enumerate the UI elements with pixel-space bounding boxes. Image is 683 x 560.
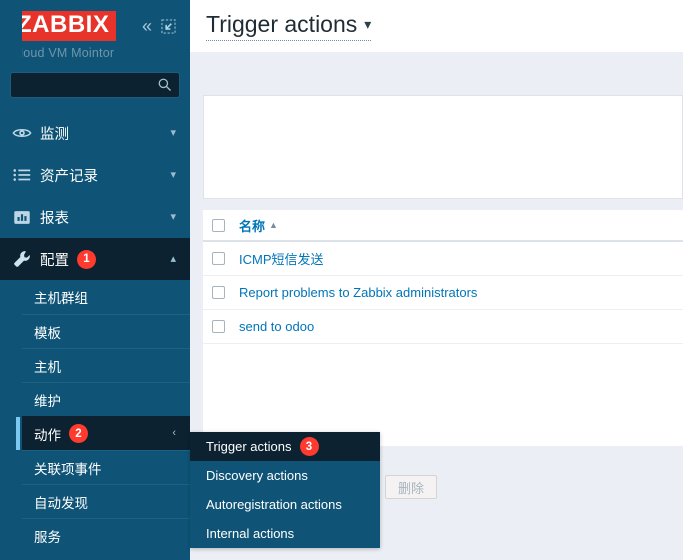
chevron-down-icon: ▾ [170, 126, 176, 139]
sidebar-item-host-groups[interactable]: 主机群组 [22, 280, 190, 314]
table-row[interactable]: Report problems to Zabbix administrators [203, 276, 683, 310]
sidebar-item-actions[interactable]: 动作 2 ‹ [16, 416, 190, 450]
sidebar-item-label: 报表 [40, 210, 69, 227]
chevron-left-icon: ‹ [172, 427, 176, 439]
bar-chart-icon [12, 207, 40, 227]
sub-item-label: 主机 [34, 359, 61, 375]
list-icon [12, 165, 40, 185]
status-badge: 3 [299, 437, 319, 456]
filter-spacer-top [190, 52, 683, 95]
sub-item-label: 服务 [34, 529, 61, 545]
search-box[interactable] [10, 72, 190, 98]
flyout-item-label: Autoregistration actions [206, 497, 342, 512]
flyout-item-label: Trigger actions [206, 439, 292, 454]
sidebar-nav: 监测 ▾ 资产记录 ▾ 报表 ▾ 配置 1 ▴ 主机群组 模板 主机 维护 动作… [0, 112, 190, 552]
sidebar-item-maintenance[interactable]: 维护 [22, 382, 190, 416]
flyout-item-trigger-actions[interactable]: Trigger actions 3 [190, 432, 380, 461]
sidebar-item-label: 配置 [40, 252, 69, 269]
configuration-submenu: 主机群组 模板 主机 维护 动作 2 ‹ 关联项事件 自动发现 服务 [0, 280, 190, 552]
action-name-link[interactable]: ICMP短信发送 [239, 249, 324, 268]
app-root: ZABBIX « Cloud VM Mointor 监测 ▾ 资产记录 ▾ 报表… [0, 0, 683, 560]
sidebar-item-correlation[interactable]: 关联项事件 [22, 450, 190, 484]
sidebar-item-inventory[interactable]: 资产记录 ▾ [0, 154, 190, 196]
filter-spacer-bottom [190, 199, 683, 210]
sidebar-header-icons: « [142, 17, 180, 35]
actions-table: 名称 ▲ ICMP短信发送 Report problems to Zabbix … [203, 210, 683, 344]
sub-item-label: 关联项事件 [34, 461, 102, 477]
sidebar-item-label: 监测 [40, 126, 69, 143]
wrench-icon [12, 249, 40, 269]
flyout-item-discovery-actions[interactable]: Discovery actions [190, 461, 380, 490]
chevron-down-icon[interactable]: ▾ [364, 16, 371, 33]
action-name-link[interactable]: send to odoo [239, 319, 314, 334]
row-checkbox[interactable] [212, 252, 225, 265]
sidebar-logo-row: ZABBIX « [0, 0, 190, 41]
flyout-item-autoregistration-actions[interactable]: Autoregistration actions [190, 490, 380, 519]
table-row[interactable]: ICMP短信发送 [203, 242, 683, 276]
table-empty-area [203, 344, 683, 446]
flyout-item-internal-actions[interactable]: Internal actions [190, 519, 380, 548]
filter-panel[interactable] [203, 95, 683, 199]
search-icon [157, 77, 172, 97]
column-header-label: 名称 [239, 218, 266, 234]
chevron-down-icon: ▾ [170, 168, 176, 181]
sort-ascending-icon: ▲ [269, 220, 278, 230]
sub-item-label: 主机群组 [34, 291, 88, 306]
column-header-name[interactable]: 名称 ▲ [239, 216, 278, 235]
sidebar-item-monitoring[interactable]: 监测 ▾ [0, 112, 190, 154]
delete-button[interactable]: 删除 [385, 475, 437, 499]
sidebar-subtitle: Cloud VM Mointor [11, 46, 115, 60]
sidebar: ZABBIX « Cloud VM Mointor 监测 ▾ 资产记录 ▾ 报表… [0, 0, 190, 560]
action-name-link[interactable]: Report problems to Zabbix administrators [239, 285, 477, 300]
page-title[interactable]: Trigger actions ▾ [206, 11, 372, 41]
sidebar-item-label: 资产记录 [40, 168, 98, 185]
status-badge: 1 [77, 249, 96, 269]
sidebar-item-services[interactable]: 服务 [22, 518, 190, 552]
sub-item-label: 模板 [34, 325, 61, 341]
chevron-up-icon: ▴ [170, 252, 176, 265]
sidebar-item-reports[interactable]: 报表 ▾ [0, 196, 190, 238]
sub-item-label: 动作 [34, 427, 61, 443]
collapse-pane-icon[interactable] [161, 18, 176, 34]
flyout-item-label: Internal actions [206, 526, 295, 541]
row-checkbox[interactable] [212, 320, 225, 333]
eye-icon [12, 123, 40, 143]
actions-flyout-menu: Trigger actions 3 Discovery actions Auto… [190, 432, 380, 548]
table-header-row: 名称 ▲ [203, 210, 683, 242]
table-row[interactable]: send to odoo [203, 310, 683, 344]
main-header: Trigger actions ▾ [190, 0, 683, 52]
page-title-text: Trigger actions [206, 11, 358, 37]
sidebar-item-discovery[interactable]: 自动发现 [22, 484, 190, 518]
chevron-down-icon: ▾ [170, 210, 176, 223]
zabbix-logo: ZABBIX [10, 11, 117, 41]
chevron-double-left-icon[interactable]: « [142, 17, 152, 35]
flyout-item-label: Discovery actions [206, 468, 308, 483]
status-badge: 2 [69, 424, 88, 443]
sub-item-label: 维护 [34, 393, 61, 409]
select-all-checkbox[interactable] [212, 218, 225, 232]
sidebar-item-hosts[interactable]: 主机 [22, 348, 190, 382]
sub-item-label: 自动发现 [34, 495, 88, 511]
sidebar-item-configuration[interactable]: 配置 1 ▴ [0, 238, 190, 280]
sidebar-item-templates[interactable]: 模板 [22, 314, 190, 348]
row-checkbox[interactable] [212, 286, 225, 299]
